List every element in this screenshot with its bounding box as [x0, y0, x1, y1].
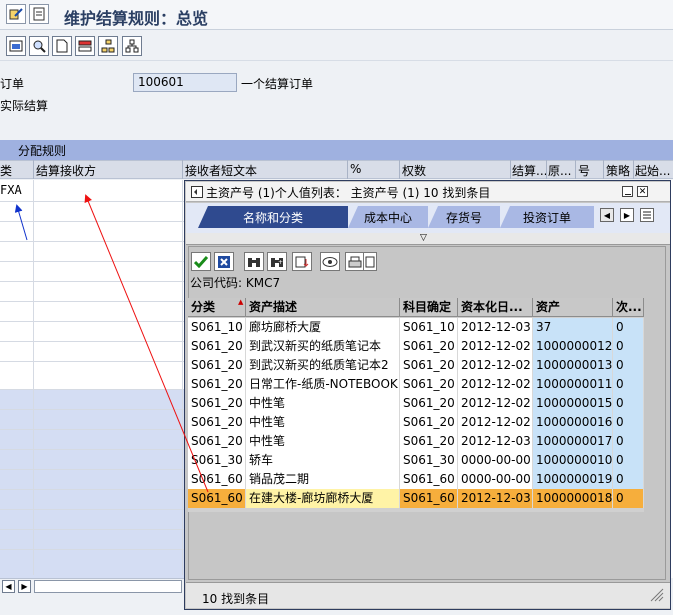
annotation-arrows — [14, 194, 209, 493]
blue-annotation-arrow — [14, 204, 28, 241]
red-annotation-arrow — [84, 194, 209, 493]
